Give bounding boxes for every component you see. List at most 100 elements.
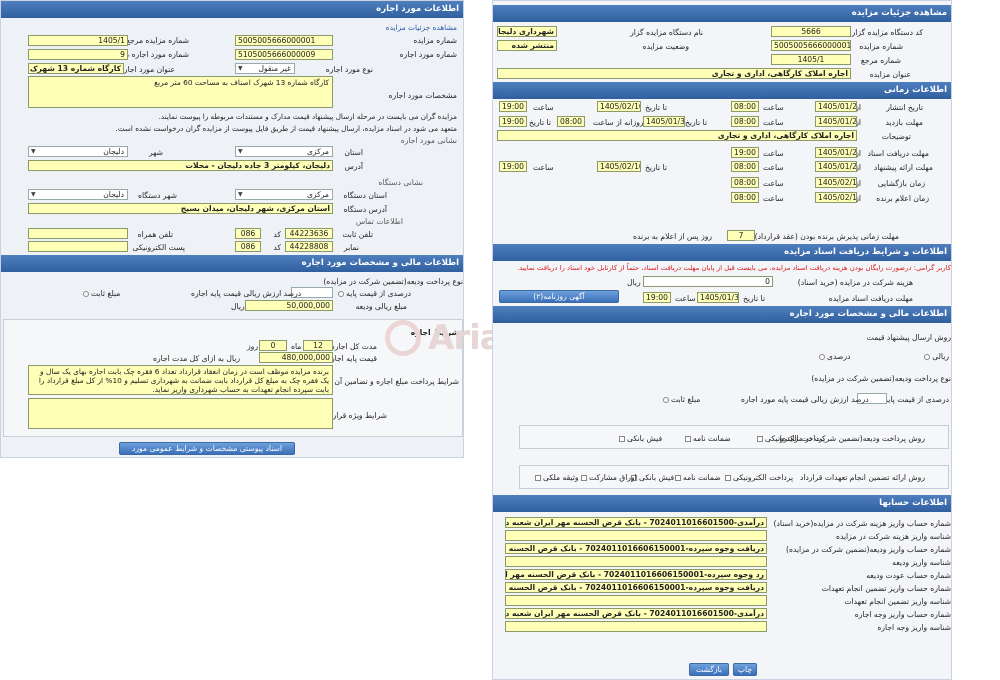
acc2-field <box>505 530 767 541</box>
device-city-label: شهر دستگاه <box>138 191 177 200</box>
title-field: کارگاه شماره 13 شهرک اصناف <box>28 63 124 74</box>
acc4-field <box>505 556 767 567</box>
watermark-logo-icon <box>385 320 421 356</box>
winner-hour-label: ساعت <box>763 194 784 203</box>
pay-terms-field: برنده مزایده موظف است در زمان انعقاد قرا… <box>28 365 333 395</box>
visit-daily-from-field: 08:00 <box>557 116 585 127</box>
city-label: شهر <box>148 148 163 157</box>
contact-title: اطلاعات تماس <box>355 217 403 226</box>
acceptance-label: مهلت زمانی پذیرش برنده بودن (عقد قرارداد… <box>754 232 899 241</box>
acc6-field: دریافت وجوه سپرده-7024011016606150001 - … <box>505 582 767 593</box>
acc7-label: شناسه واریز تضمین انجام تعهدات <box>844 597 951 606</box>
print-button[interactable]: چاپ <box>733 663 757 676</box>
financial-header: اطلاعات مالی و مشخصات مورد اجاره <box>1 255 463 272</box>
device-address-label: آدرس دستگاه <box>343 205 387 214</box>
opt-percent[interactable]: درصدی <box>817 352 850 361</box>
pay-guarantee-check[interactable]: ضمانت نامه <box>683 434 731 443</box>
publish-from-time-field: 08:00 <box>731 101 759 112</box>
acc6-label: شماره حساب واریز تضمین انجام تعهدات <box>821 584 951 593</box>
device-province-select: مرکزی ▼ <box>235 189 333 200</box>
acc9-label: شناسه واریز وجه اجاره <box>877 623 951 632</box>
auction-no-field-r: 5005005666000001 <box>771 40 851 51</box>
special-terms-label: شرایط ویژه قرارداد <box>323 411 387 420</box>
g-bonds-check[interactable]: اوراق مشارکت <box>579 473 637 482</box>
publish-from-field: 1405/01/23 <box>815 101 857 112</box>
docs-from-field: 1405/01/23 <box>815 147 857 158</box>
pay-electronic-check[interactable]: پرداخت الکترونیکی <box>755 434 825 443</box>
day-label: روز <box>247 342 259 351</box>
province-label: استان <box>344 148 363 157</box>
opening-date-field: 1405/02/12 <box>815 177 857 188</box>
mobile-field <box>28 228 128 239</box>
phone-code-label: کد <box>273 230 281 239</box>
acc4-label: شناسه واریز ودیعه <box>892 558 951 567</box>
attachments-button[interactable]: اسناد پیوستی مشخصات و شرایط عمومی مورد ا… <box>119 442 295 457</box>
publish-to-hour-label: ساعت <box>533 103 554 112</box>
type-label: نوع مورد اجاره <box>325 65 373 74</box>
auction-no-label-r: شماره مزایده <box>859 42 903 51</box>
back-button[interactable]: بازگشت <box>689 663 729 676</box>
guarantee-label: روش ارائه تضمین انجام تعهدات قرارداد <box>799 473 925 482</box>
acc1-field: درآمدی-7024011016601500 - بانک قرض الحسن… <box>505 517 767 528</box>
doc-deadline-time-field: 19:00 <box>643 292 671 303</box>
doc-deadline-to-label: تا تاریخ <box>743 294 765 303</box>
accounts-header: اطلاعات حسابها <box>493 495 951 512</box>
org-name-label: نام دستگاه مزایده گزار <box>630 28 703 37</box>
opt-rial[interactable]: ریالی <box>922 352 949 361</box>
bid-from-hour-label: ساعت <box>763 163 784 172</box>
title-field-r: اجاره املاک کارگاهی، اداری و تجاری <box>497 68 851 79</box>
breadcrumb[interactable]: مشاهده جزئیات مزایده <box>386 23 457 32</box>
time-header: اطلاعات زمانی <box>493 82 951 99</box>
bid-method-label: روش ارسال پیشنهاد قیمت <box>866 333 951 342</box>
acc1-label: شماره حساب واریز هزینه شرکت در مزایده(خر… <box>773 519 951 528</box>
g-property-check[interactable]: وثیقه ملکی <box>533 473 579 482</box>
docs-hour-label: ساعت <box>763 149 784 158</box>
doc-fee-rial: ریال <box>627 278 641 287</box>
g-electronic-check[interactable]: پرداخت الکترونیکی <box>723 473 793 482</box>
acc3-field: دریافت وجوه سپرده-7024011016606150001 - … <box>505 543 767 554</box>
type-select: غیر منقول ▼ <box>235 63 295 74</box>
device-address-title: نشانی دستگاه <box>378 178 423 187</box>
item-no-field: 5105005666000009 <box>235 49 333 60</box>
winner-time-field: 08:00 <box>731 192 759 203</box>
winner-date-field: 1405/02/13 <box>815 192 857 203</box>
newspaper-notices-button[interactable]: آگهی روزنامه(۲) <box>499 290 619 303</box>
ref-no-field: 1405/1 <box>28 35 128 46</box>
pay-bank-check[interactable]: فیش بانکی <box>617 434 662 443</box>
doc-deadline-hour-label: ساعت <box>675 294 696 303</box>
base-price-field: 480,000,000 <box>259 352 333 363</box>
device-city-select: دلیجان ▼ <box>28 189 128 200</box>
doc-fee-field: 0 <box>643 276 773 287</box>
bid-to-hour-label: ساعت <box>533 163 554 172</box>
publish-from-hour-label: ساعت <box>763 103 784 112</box>
opt-fixed-r[interactable]: مبلغ ثابت <box>661 395 700 404</box>
notes-field: اجاره املاک کارگاهی، اداری و تجاری <box>497 130 857 141</box>
g-guarantee-check[interactable]: ضمانت نامه <box>673 473 721 482</box>
fax-label: نمابر <box>343 243 359 252</box>
org-code-label: کد دستگاه مزایده گزار <box>851 28 923 37</box>
visit-from-time-field: 08:00 <box>731 116 759 127</box>
days-field: 0 <box>259 340 287 351</box>
fax-field: 44228808 <box>285 241 333 252</box>
visit-label: مهلت بازدید <box>885 118 923 127</box>
status-field: منتشر شده <box>497 40 557 51</box>
opt-percent-base[interactable]: درصدی از قیمت پایه <box>336 289 411 298</box>
publish-label: تاریخ انتشار <box>886 103 923 112</box>
phone-label: تلفن ثابت <box>342 230 373 239</box>
device-address-field: استان مرکزی، شهر دلیجان، میدان بسیج <box>28 203 333 214</box>
pay-terms-label: شرایط پرداخت مبلغ اجاره و تضامین آن <box>334 377 459 386</box>
item-ref-field: 9 <box>28 49 128 60</box>
opening-label: زمان بازگشایی <box>877 179 925 188</box>
deposit-type-label: نوع پرداخت ودیعه(تضمین شرکت در مزایده) <box>323 277 463 286</box>
auction-no-label: شماره مزایده <box>413 36 457 45</box>
visit-daily-label: روزانه از ساعت <box>593 118 644 127</box>
acc2-label: شناسه واریز هزینه شرکت در مزایده <box>835 532 951 541</box>
doc-deadline-label: مهلت دریافت اسناد مزایده <box>828 294 913 303</box>
fax-code-label: کد <box>273 243 281 252</box>
doc-fee-label: هزینه شرکت در مزایده (خرید اسناد) <box>797 278 913 287</box>
publish-to-field: 1405/02/10 <box>597 101 641 112</box>
docs-time-field: 19:00 <box>731 147 759 158</box>
deposit-rial: ریال <box>231 302 245 311</box>
device-province-label: استان دستگاه <box>343 191 387 200</box>
opt-fixed[interactable]: مبلغ ثابت <box>81 289 120 298</box>
